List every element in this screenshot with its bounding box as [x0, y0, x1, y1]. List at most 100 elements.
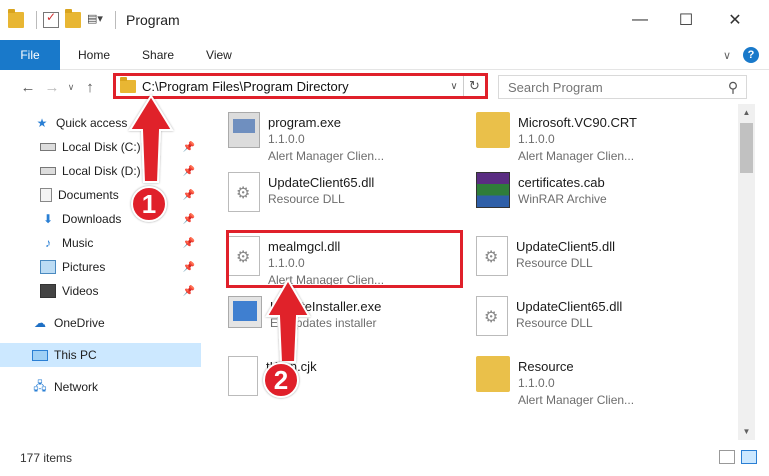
file-item[interactable]: UpdateInstaller.exe EY updates installer: [210, 290, 450, 348]
file-icon: [228, 356, 258, 396]
disk-icon: [40, 167, 56, 175]
tab-home[interactable]: Home: [60, 48, 126, 62]
scroll-up-arrow-icon[interactable]: ▲: [738, 104, 755, 121]
sidebar-item-label: Videos: [62, 284, 99, 298]
details-view-icon[interactable]: [719, 450, 735, 464]
rar-icon: [476, 172, 510, 208]
sidebar-item-label: Music: [62, 236, 94, 250]
sidebar-item-label: Local Disk (D:): [62, 164, 141, 178]
file-description: EY updates installer: [270, 316, 377, 330]
file-description: Alert Manager Clien...: [518, 149, 635, 163]
ribbon-tabs: File Home Share View ∨ ?: [0, 39, 769, 70]
sidebar-item-videos[interactable]: Videos 📌: [0, 279, 201, 303]
vertical-scrollbar[interactable]: ▲ ▼: [738, 104, 755, 440]
sidebar-item-network[interactable]: 🖧 Network: [0, 375, 201, 399]
pin-icon[interactable]: 📌: [183, 214, 195, 225]
file-description: Alert Manager Clien...: [518, 393, 635, 407]
toolbar-divider: [115, 11, 116, 29]
tab-file[interactable]: File: [0, 39, 60, 70]
sidebar-item-this-pc[interactable]: This PC: [0, 343, 201, 367]
sidebar-item-music[interactable]: ♪ Music 📌: [0, 231, 201, 255]
file-type: Resource DLL: [268, 192, 345, 206]
file-item[interactable]: UpdateClient65.dll Resource DLL: [210, 166, 450, 224]
sidebar-item-label: This PC: [54, 348, 97, 362]
title-bar: ▤▾ Program — ☐ ✕: [0, 0, 769, 40]
pin-icon[interactable]: 📌: [183, 142, 195, 153]
status-bar: 177 items: [0, 440, 769, 476]
network-icon: 🖧: [33, 378, 47, 393]
pin-icon[interactable]: 📌: [183, 262, 195, 273]
up-button[interactable]: ↑: [78, 75, 102, 99]
tiles-view-icon[interactable]: [741, 450, 757, 464]
download-icon: ⬇: [42, 212, 54, 226]
recent-locations-button[interactable]: ∨: [64, 75, 78, 99]
cloud-icon: ☁: [34, 316, 46, 330]
refresh-button[interactable]: ↻: [463, 76, 485, 96]
file-item[interactable]: tKorn.cjk le: [210, 350, 450, 408]
search-input[interactable]: [508, 79, 720, 95]
minimize-button[interactable]: —: [617, 0, 663, 40]
tab-share[interactable]: Share: [126, 48, 190, 62]
file-item[interactable]: UpdateClient65.dll Resource DLL: [458, 290, 698, 348]
forward-button[interactable]: →: [40, 75, 64, 99]
pin-icon[interactable]: 📌: [183, 238, 195, 249]
scrollbar-thumb[interactable]: [740, 123, 753, 173]
toolbar-divider: [36, 11, 37, 29]
exe-icon: [228, 112, 260, 148]
item-count: 177 items: [20, 451, 73, 465]
folder-icon: [476, 112, 510, 148]
quick-access-toolbar: ▤▾ Program: [0, 0, 180, 40]
sidebar-item-local-disk-c[interactable]: Local Disk (C:) 📌: [0, 135, 201, 159]
pin-icon[interactable]: 📌: [183, 286, 195, 297]
address-path[interactable]: C:\Program Files\Program Directory: [142, 79, 445, 94]
close-button[interactable]: ✕: [712, 0, 758, 40]
navigation-bar: ← → ∨ ↑ C:\Program Files\Program Directo…: [0, 70, 769, 104]
sidebar-item-documents[interactable]: Documents 📌: [0, 183, 201, 207]
address-dropdown-icon[interactable]: ∨: [445, 81, 463, 92]
file-item[interactable]: program.exe 1.1.0.0 Alert Manager Clien.…: [210, 106, 450, 164]
sidebar-item-pictures[interactable]: Pictures 📌: [0, 255, 201, 279]
new-folder-icon[interactable]: [65, 9, 81, 28]
sidebar-item-downloads[interactable]: ⬇ Downloads 📌: [0, 207, 201, 231]
sidebar-item-label: Documents: [58, 188, 119, 202]
search-box[interactable]: ⚲: [498, 75, 747, 99]
sidebar-item-local-disk-d[interactable]: Local Disk (D:) 📌: [0, 159, 201, 183]
expand-ribbon-icon[interactable]: ∨: [723, 49, 731, 62]
folder-icon[interactable]: [8, 9, 24, 28]
sidebar-item-label: Downloads: [62, 212, 122, 226]
file-name: Microsoft.VC90.CRT: [518, 115, 637, 130]
pictures-icon: [40, 260, 56, 274]
installer-icon: [228, 296, 262, 328]
file-item[interactable]: Resource 1.1.0.0 Alert Manager Clien...: [458, 350, 698, 408]
file-item[interactable]: UpdateClient5.dll Resource DLL: [458, 230, 698, 288]
music-icon: ♪: [45, 236, 51, 250]
sidebar-item-label: OneDrive: [54, 316, 105, 330]
sidebar-item-quick-access[interactable]: ★ Quick access: [0, 111, 201, 135]
properties-icon[interactable]: [43, 10, 59, 28]
folder-icon: [120, 76, 136, 93]
tab-view[interactable]: View: [190, 48, 248, 62]
file-version: 1.1.0.0: [518, 132, 555, 146]
file-item[interactable]: certificates.cab WinRAR Archive: [458, 166, 698, 224]
scroll-down-arrow-icon[interactable]: ▼: [738, 423, 755, 440]
back-button[interactable]: ←: [16, 75, 40, 99]
customize-toolbar-icon[interactable]: ▤▾: [87, 12, 103, 28]
address-bar[interactable]: C:\Program Files\Program Directory ∨ ↻: [113, 73, 488, 99]
maximize-button[interactable]: ☐: [663, 0, 709, 40]
file-name: Resource: [518, 359, 574, 374]
pc-icon: [32, 349, 48, 361]
sidebar-item-onedrive[interactable]: ☁ OneDrive: [0, 311, 201, 335]
search-icon[interactable]: ⚲: [720, 79, 746, 96]
dll-icon: [476, 296, 508, 336]
file-item[interactable]: Microsoft.VC90.CRT 1.1.0.0 Alert Manager…: [458, 106, 698, 164]
help-icon[interactable]: ?: [743, 47, 759, 63]
file-name: UpdateClient5.dll: [516, 239, 616, 254]
star-icon: ★: [36, 116, 48, 130]
file-name: UpdateInstaller.exe: [270, 299, 382, 314]
dll-icon: [476, 236, 508, 276]
window-title: Program: [126, 12, 180, 28]
pin-icon[interactable]: 📌: [183, 166, 195, 177]
sidebar-item-label: Network: [54, 380, 99, 394]
sidebar-item-label: Quick access: [56, 116, 128, 130]
pin-icon[interactable]: 📌: [183, 190, 195, 201]
